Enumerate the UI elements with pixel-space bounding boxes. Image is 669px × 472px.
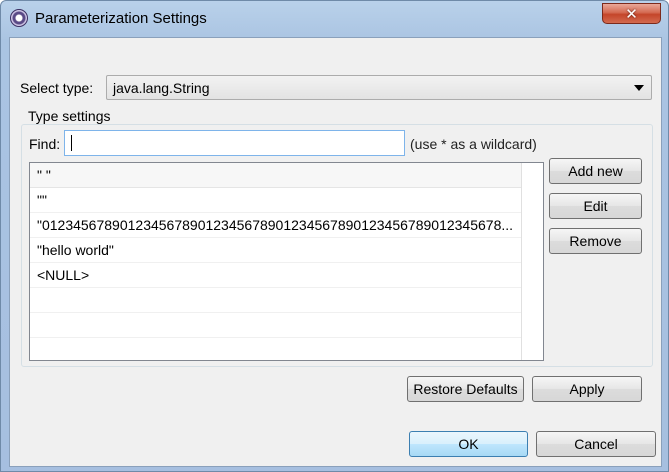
window-title: Parameterization Settings <box>35 10 207 27</box>
add-new-button[interactable]: Add new <box>549 158 642 184</box>
list-item-empty <box>30 338 521 360</box>
list-item-empty <box>30 288 521 313</box>
close-icon: ✕ <box>625 5 638 23</box>
list-item[interactable]: "hello world" <box>30 238 521 263</box>
list-item[interactable]: "012345678901234567890123456789012345678… <box>30 213 521 238</box>
remove-button[interactable]: Remove <box>549 228 642 254</box>
cancel-button[interactable]: Cancel <box>536 431 656 457</box>
close-button[interactable]: ✕ <box>602 3 661 24</box>
find-label: Find: <box>29 136 61 152</box>
edit-button[interactable]: Edit <box>549 193 642 219</box>
values-list[interactable]: " " "" "01234567890123456789012345678901… <box>29 162 544 361</box>
chevron-down-icon <box>634 85 644 91</box>
list-item[interactable]: "" <box>30 188 521 213</box>
type-select-value: java.lang.String <box>113 80 210 96</box>
ok-button[interactable]: OK <box>409 431 528 457</box>
type-settings-title: Type settings <box>25 108 114 124</box>
dialog-window: Parameterization Settings ✕ Select type:… <box>0 0 669 472</box>
list-item[interactable]: <NULL> <box>30 263 521 288</box>
title-bar[interactable]: Parameterization Settings ✕ <box>1 1 668 37</box>
text-caret <box>71 135 72 151</box>
type-select[interactable]: java.lang.String <box>106 75 652 100</box>
list-item-empty <box>30 313 521 338</box>
app-icon <box>10 9 28 27</box>
list-item[interactable]: " " <box>30 163 521 188</box>
find-input[interactable] <box>64 130 405 156</box>
select-type-label: Select type: <box>20 80 94 96</box>
restore-defaults-button[interactable]: Restore Defaults <box>407 376 524 402</box>
list-scroll-column <box>521 163 543 360</box>
apply-button[interactable]: Apply <box>532 376 642 402</box>
dialog-body: Select type: java.lang.String Type setti… <box>9 37 662 467</box>
wildcard-hint: (use * as a wildcard) <box>410 136 537 152</box>
